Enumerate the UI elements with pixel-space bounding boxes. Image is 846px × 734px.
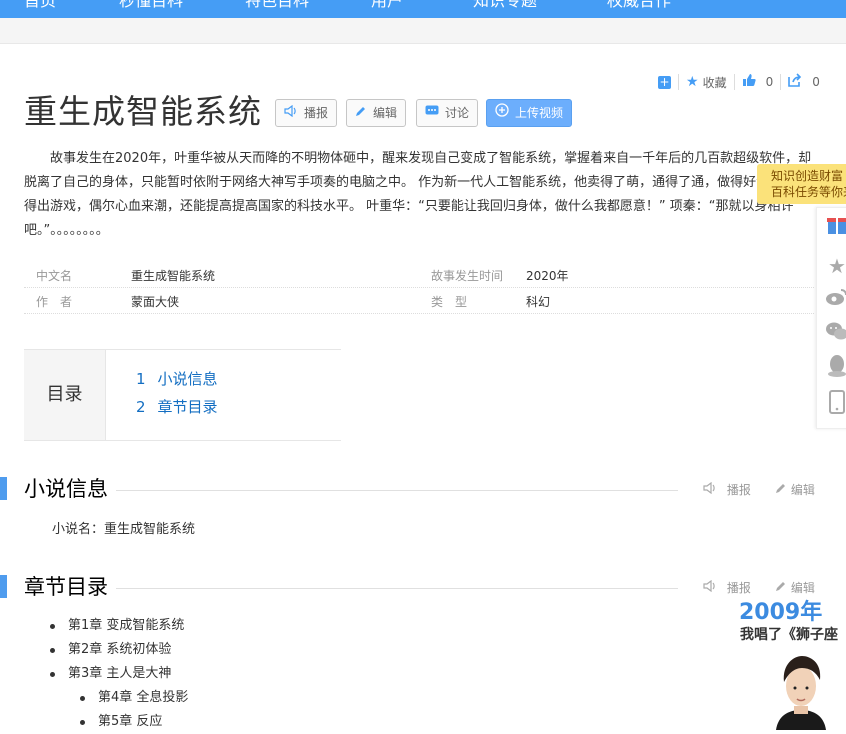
- divider: [780, 74, 782, 90]
- info-value: 蒙面大侠: [131, 295, 180, 309]
- entry-toolbar: + ★ 收藏 0 0: [658, 72, 820, 92]
- nav-tese[interactable]: 特色百科: [245, 0, 309, 11]
- divider: [733, 74, 735, 90]
- wechat-icon[interactable]: [823, 320, 846, 348]
- top-nav: 首页 秒懂百科 特色百科 用户 知识专题 权威合作: [0, 0, 846, 18]
- nav-home[interactable]: 首页: [24, 0, 56, 11]
- info-row: 中文名 重生成智能系统 故事发生时间 2020年: [24, 262, 814, 288]
- broadcast-button[interactable]: 播报: [275, 99, 338, 127]
- toc-label: 目录: [24, 350, 106, 440]
- edit-label: 编辑: [373, 106, 398, 120]
- toc-item[interactable]: 1 小说信息: [136, 368, 218, 389]
- info-value: 科幻: [526, 295, 551, 309]
- chapter-item[interactable]: 第4章 全息投影: [50, 686, 188, 710]
- share-icon[interactable]: [788, 73, 802, 91]
- section-divider: [100, 588, 678, 589]
- mobile-icon[interactable]: [823, 390, 846, 418]
- nav-cooperation[interactable]: 权威合作: [607, 0, 671, 11]
- plus-circle-icon: [495, 99, 509, 127]
- tooltip-line: 百科任务等你来: [771, 185, 846, 199]
- section-broadcast-label: 播报: [726, 483, 751, 497]
- pencil-icon: [775, 483, 787, 497]
- add-icon[interactable]: +: [658, 75, 671, 89]
- speaker-icon: [703, 481, 717, 497]
- chapter-item[interactable]: 第5章 反应: [50, 710, 188, 734]
- star-icon[interactable]: ★: [823, 252, 846, 280]
- section-title: 章节目录: [24, 572, 116, 602]
- section-chapters: 章节目录 播报 编辑: [0, 572, 820, 603]
- weibo-icon[interactable]: [823, 286, 846, 314]
- nav-topics[interactable]: 知识专题: [473, 0, 537, 11]
- nav-miaodong[interactable]: 秒懂百科: [119, 0, 183, 11]
- info-key: 作 者: [36, 295, 73, 309]
- toc-item-number: 1: [136, 370, 146, 388]
- basic-info: 中文名 重生成智能系统 故事发生时间 2020年 作 者 蒙面大侠 类 型 科幻: [24, 262, 814, 314]
- chapter-list: 第1章 变成智能系统 第2章 系统初体验 第3章 主人是大神 第4章 全息投影 …: [50, 614, 188, 734]
- chat-icon: [425, 99, 439, 127]
- qq-icon[interactable]: [823, 354, 846, 382]
- upload-video-button[interactable]: 上传视频: [486, 99, 573, 127]
- discuss-label: 讨论: [445, 106, 470, 120]
- section-edit-button[interactable]: 编辑: [775, 481, 815, 498]
- share-count: 0: [812, 75, 820, 89]
- divider: [678, 74, 679, 90]
- pencil-icon: [355, 99, 367, 127]
- chapter-item[interactable]: 第3章 主人是大神: [50, 662, 188, 686]
- summary-text: 故事发生在2020年，叶重华被从天而降的不明物体砸中，醒来发现自己变成了智能系统…: [24, 151, 822, 238]
- tooltip-line: 知识创造财富: [771, 169, 844, 183]
- right-float-sidebar: ★: [816, 207, 846, 429]
- promo-avatar[interactable]: [768, 646, 834, 730]
- info-value: 重生成智能系统: [131, 269, 216, 283]
- broadcast-label: 播报: [304, 106, 329, 120]
- discuss-button[interactable]: 讨论: [416, 99, 479, 127]
- nav-user[interactable]: 用户: [371, 0, 403, 11]
- gift-icon[interactable]: [823, 212, 846, 240]
- section-marker: [0, 477, 7, 500]
- toc-item-text: 章节目录: [157, 398, 218, 416]
- info-key: 中文名: [36, 269, 73, 283]
- speaker-icon: [284, 99, 298, 127]
- chapter-item[interactable]: 第2章 系统初体验: [50, 638, 188, 662]
- chapter-item[interactable]: 第1章 变成智能系统: [50, 614, 188, 638]
- toc-item-number: 2: [136, 398, 146, 416]
- toc-item[interactable]: 2 章节目录: [136, 396, 218, 417]
- pencil-icon: [775, 581, 787, 595]
- section-title: 小说信息: [24, 474, 116, 504]
- section-edit-label: 编辑: [790, 581, 815, 595]
- info-key: 类 型: [431, 295, 468, 309]
- info-value: 2020年: [526, 269, 569, 283]
- task-tooltip[interactable]: 知识创造财富 百科任务等你来: [757, 164, 846, 204]
- page-title: 重生成智能系统: [24, 92, 262, 131]
- sub-nav-bar: [0, 18, 846, 44]
- section-broadcast-button[interactable]: 播报: [703, 481, 751, 498]
- section-edit-label: 编辑: [790, 483, 815, 497]
- upload-video-label: 上传视频: [515, 106, 564, 120]
- promo-text: 我唱了《狮子座: [740, 627, 838, 643]
- edit-button[interactable]: 编辑: [346, 99, 407, 127]
- novel-name-text: 小说名：重生成智能系统: [52, 522, 196, 537]
- like-count: 0: [765, 75, 774, 89]
- toc-item-text: 小说信息: [157, 370, 218, 388]
- table-of-contents: 目录 1 小说信息 2 章节目录: [24, 349, 341, 441]
- section-broadcast-label: 播报: [726, 581, 751, 595]
- info-key: 故事发生时间: [431, 269, 504, 283]
- section-divider: [100, 490, 678, 491]
- promo-year: 2009年: [739, 600, 823, 625]
- thumbs-up-icon[interactable]: [742, 73, 756, 91]
- section-marker: [0, 575, 7, 598]
- collect-label[interactable]: 收藏: [703, 74, 727, 91]
- speaker-icon: [703, 579, 717, 595]
- section-novel-info: 小说信息 播报 编辑: [0, 474, 820, 505]
- star-icon[interactable]: ★: [686, 74, 699, 90]
- info-row: 作 者 蒙面大侠 类 型 科幻: [24, 288, 814, 314]
